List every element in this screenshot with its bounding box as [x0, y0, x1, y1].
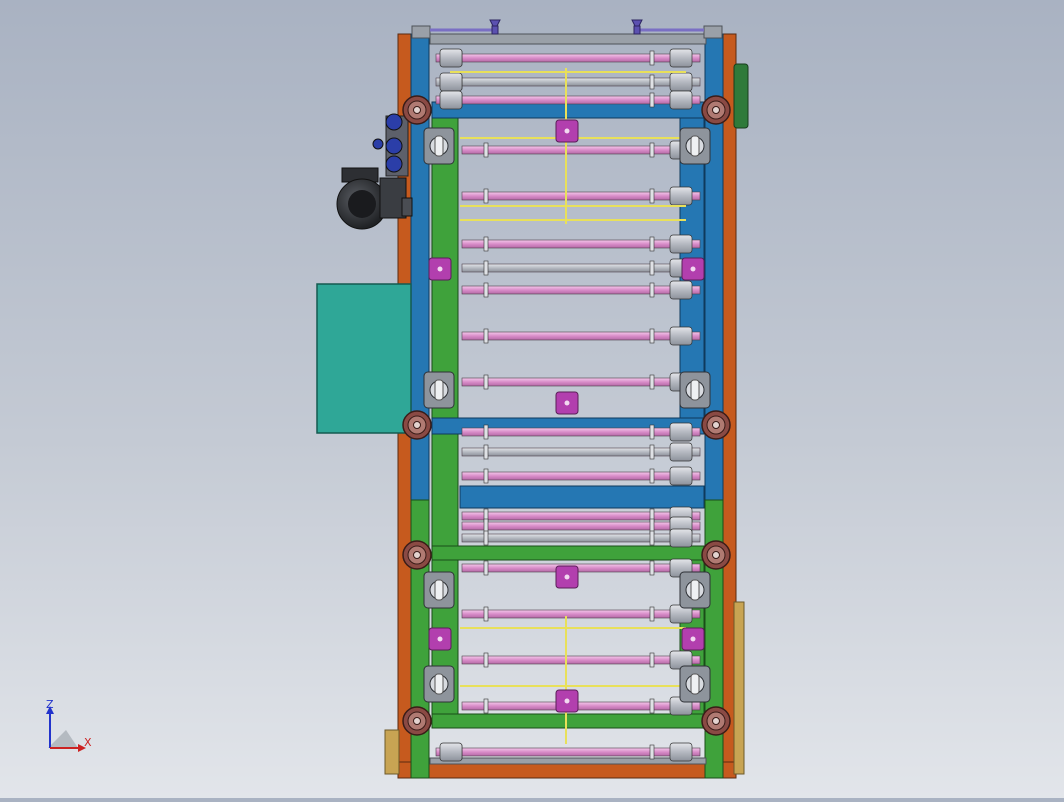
blue-cross-top [431, 101, 705, 119]
green-cross-top [431, 545, 705, 561]
bearing-block [679, 127, 711, 165]
inner-green-left [431, 117, 459, 549]
bearing-block [679, 571, 711, 609]
bearing-block [423, 665, 455, 703]
roller [461, 466, 701, 486]
side-plate-right [733, 601, 745, 775]
cad-viewport[interactable]: Z X [0, 0, 1064, 798]
top-end-bar [429, 33, 707, 45]
mounting-bracket [555, 689, 579, 713]
roller [461, 140, 701, 160]
roller [461, 234, 701, 254]
bottom-end-bar [429, 757, 707, 765]
side-cover-right [733, 63, 749, 129]
conveyor-assembly-drawing: Z X [46, 19, 749, 779]
caster-wheel [701, 540, 731, 570]
roller [461, 558, 701, 578]
mounting-bracket [681, 627, 705, 651]
caster-wheel [701, 410, 731, 440]
roller [461, 442, 701, 462]
roller [435, 48, 701, 68]
mounting-bracket [681, 257, 705, 281]
blue-panel-mid [459, 485, 705, 509]
top-corner-left [411, 25, 431, 39]
roller [461, 696, 701, 716]
top-corner-right [703, 25, 723, 39]
coordinate-triad: Z X [46, 698, 92, 752]
caster-wheel [402, 540, 432, 570]
bearing-block [679, 371, 711, 409]
bearing-block [423, 571, 455, 609]
bearing-block [423, 127, 455, 165]
mounting-bracket [555, 391, 579, 415]
triad-x-label: X [84, 736, 92, 749]
electrical-cabinet [316, 283, 412, 434]
roller [435, 72, 701, 92]
caster-wheel [402, 410, 432, 440]
roller [461, 372, 701, 392]
roller [461, 604, 701, 624]
roller [461, 650, 701, 670]
roller [461, 326, 701, 346]
top-knob-left [489, 19, 501, 35]
green-cross-bottom [431, 713, 705, 729]
gear-reducer [372, 113, 409, 177]
mounting-bracket [428, 627, 452, 651]
roller [461, 528, 701, 548]
caster-wheel [701, 706, 731, 736]
bearing-block [679, 665, 711, 703]
top-knob-right [631, 19, 643, 35]
side-plate-left [384, 729, 400, 775]
triad-z-label: Z [46, 698, 54, 711]
roller [461, 258, 701, 278]
mounting-bracket [428, 257, 452, 281]
roller [461, 280, 701, 300]
mounting-bracket [555, 565, 579, 589]
caster-wheel [402, 95, 432, 125]
mounting-bracket [555, 119, 579, 143]
bearing-block [423, 371, 455, 409]
caster-wheel [402, 706, 432, 736]
caster-wheel [701, 95, 731, 125]
roller [461, 186, 701, 206]
